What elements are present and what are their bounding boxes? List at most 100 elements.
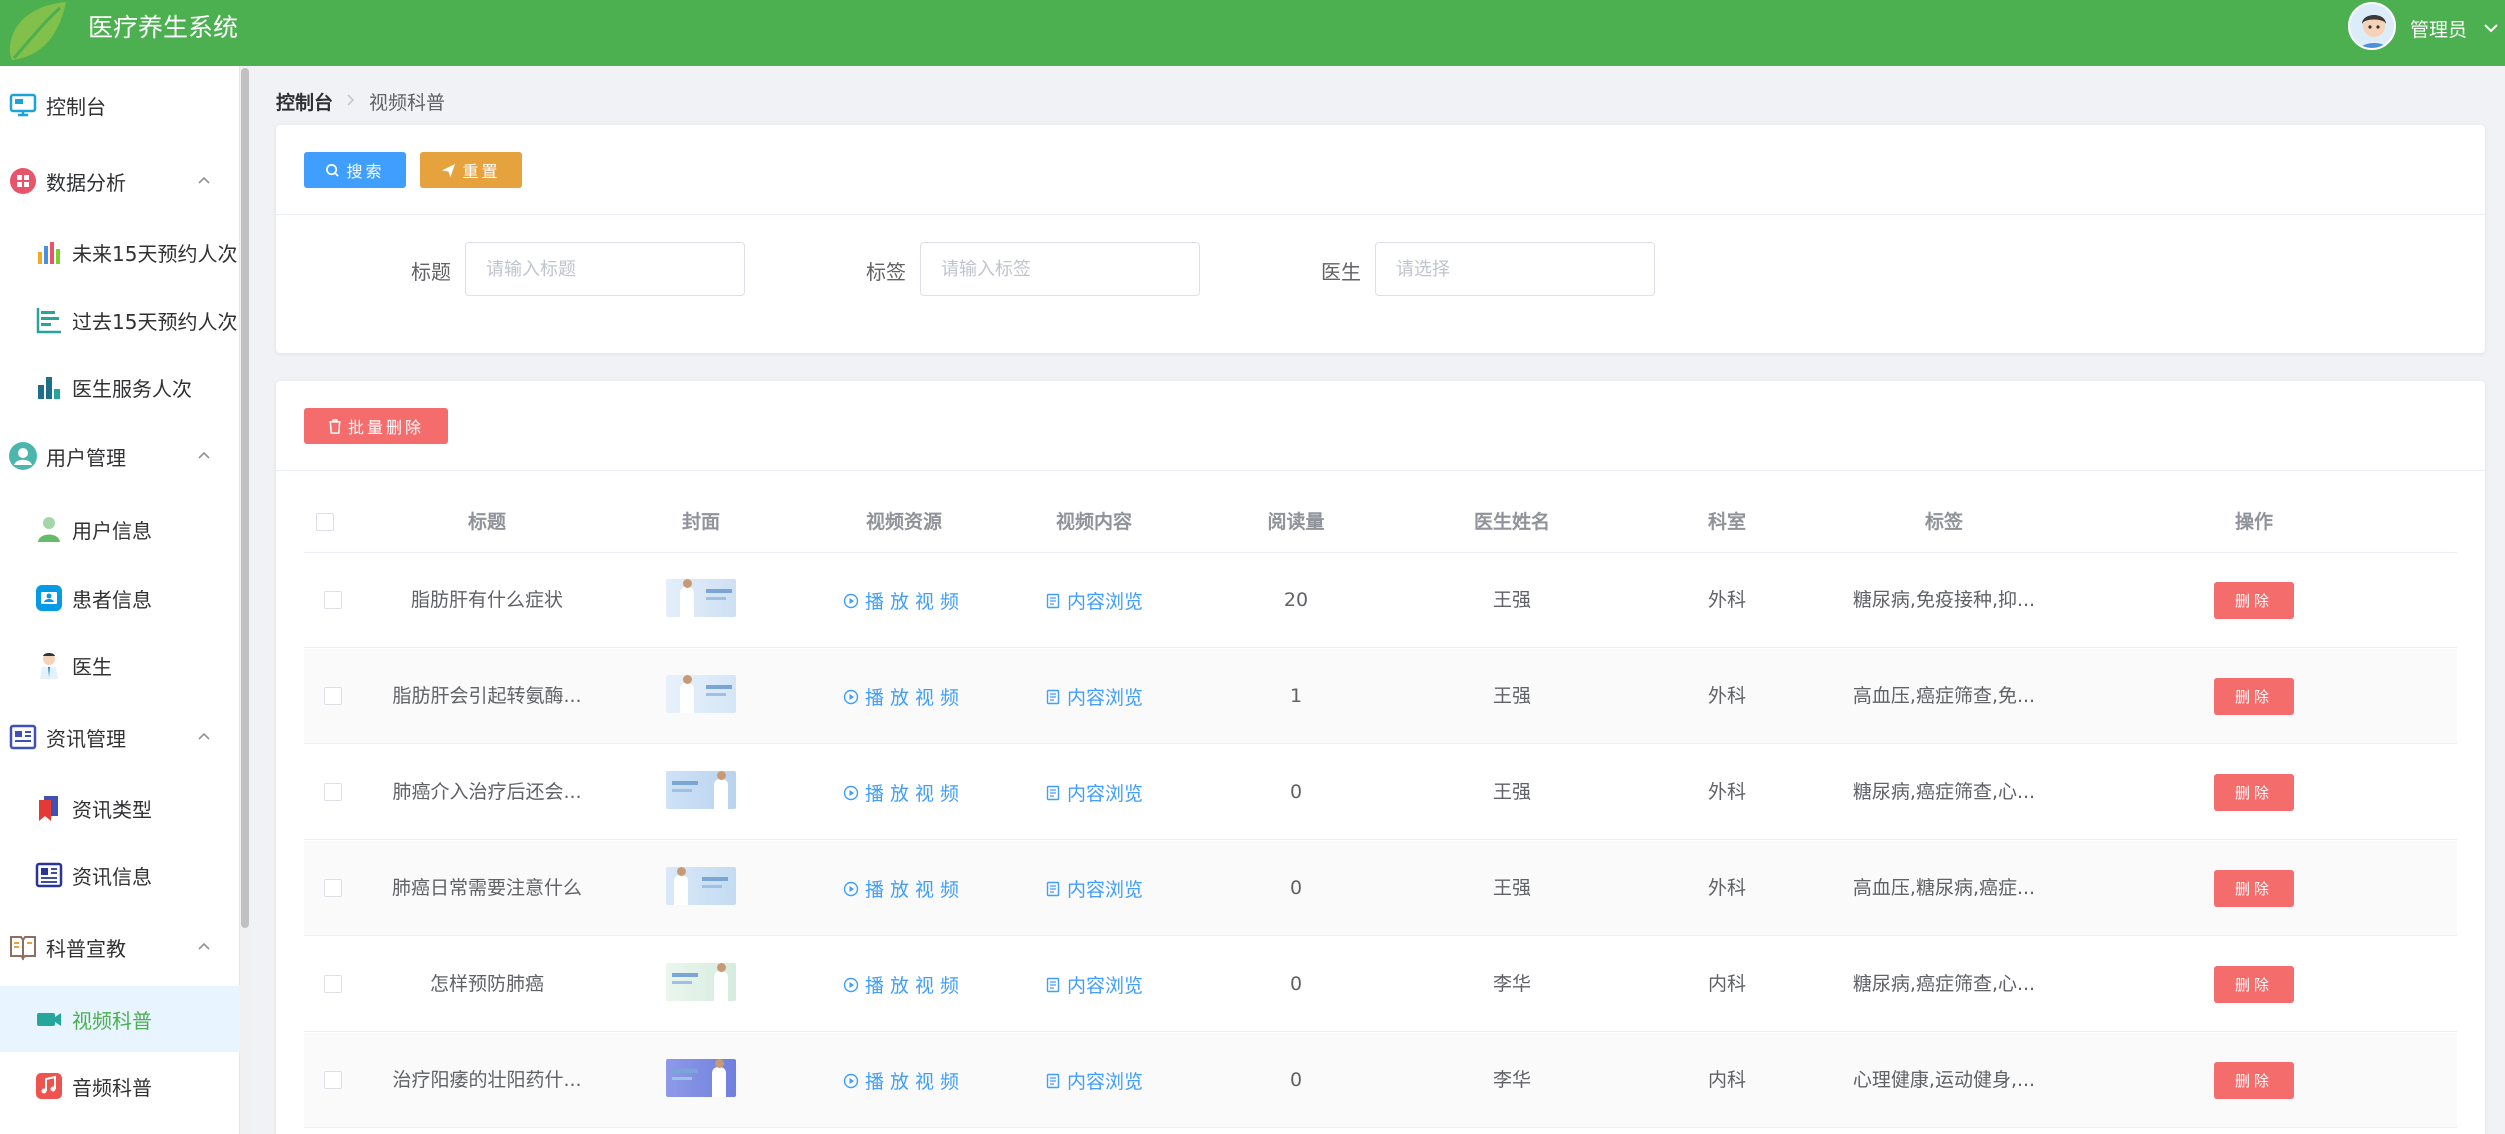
sidebar-item-label: 资讯信息 [72,864,152,889]
sidebar-item-doctor[interactable]: 医生 [0,632,240,698]
search-panel: 搜索 重置 标题 标签 医生 [276,125,2485,353]
doctor-select[interactable] [1375,242,1655,296]
sidebar-item-label: 音频科普 [72,1075,152,1100]
leaf-logo-icon [0,0,70,66]
row-checkbox[interactable] [324,591,342,609]
browse-content-link[interactable]: 内容浏览 [1045,553,1143,648]
cover-thumbnail[interactable] [666,771,736,809]
sidebar-item-past-15-days[interactable]: 过去15天预约人次 [0,287,240,353]
sidebar-item-label: 患者信息 [72,587,152,612]
doctor-cell: 王强 [1492,781,1532,803]
music-icon [34,1071,64,1101]
department-cell: 内科 [1707,973,1747,995]
avatar[interactable] [2348,2,2396,50]
table-toolbar: 批量删除 [276,381,2485,471]
sidebar-item-data-analysis[interactable]: 数据分析 [0,148,240,214]
browse-content-link[interactable]: 内容浏览 [1045,937,1143,1032]
delete-button[interactable]: 删除 [2214,966,2294,1003]
browse-content-link[interactable]: 内容浏览 [1045,745,1143,840]
row-checkbox[interactable] [324,687,342,705]
chevron-up-icon [196,729,212,745]
search-button[interactable]: 搜索 [304,152,406,188]
sidebar-item-news-info[interactable]: 资讯信息 [0,842,240,908]
sidebar-item-science-education[interactable]: 科普宣教 [0,914,240,980]
breadcrumb-home[interactable]: 控制台 [276,88,333,115]
doctor-cell: 王强 [1492,589,1532,611]
browse-content-label: 内容浏览 [1066,687,1144,709]
browse-content-link[interactable]: 内容浏览 [1045,649,1143,744]
doctor-cell: 李华 [1492,1069,1532,1091]
table-row: 治疗阳痿的壮阳药什... 播放视频 内容浏览 0 李华 内科 心理健康,运动健身,... 删除 [304,1033,2457,1128]
table-panel: 批量删除 标题 封面 视频资源 视频内容 阅读量 医生姓名 科室 标签 操作 脂… [276,381,2485,1134]
reset-button-label: 重置 [462,162,501,181]
cover-thumbnail[interactable] [666,579,736,617]
cover-thumbnail[interactable] [666,963,736,1001]
batch-delete-button[interactable]: 批量删除 [304,408,448,444]
sidebar-item-audio-science[interactable]: 音频科普 [0,1053,240,1119]
sidebar-item-user-info[interactable]: 用户信息 [0,496,240,562]
play-video-link[interactable]: 播放视频 [843,553,965,648]
row-checkbox[interactable] [324,879,342,897]
browse-content-link[interactable]: 内容浏览 [1045,841,1143,936]
title-label: 标题 [411,260,451,284]
play-video-label: 播放视频 [864,1071,966,1093]
sidebar-item-doctor-service[interactable]: 医生服务人次 [0,354,240,420]
views-cell: 0 [1289,781,1303,803]
cover-thumbnail[interactable] [666,867,736,905]
sidebar-item-label: 用户管理 [46,445,126,470]
browse-content-link[interactable]: 内容浏览 [1045,1033,1143,1128]
cover-thumbnail[interactable] [666,1059,736,1097]
cover-thumbnail[interactable] [666,675,736,713]
tags-cell: 高血压,癌症筛查,免... [1852,685,2036,707]
user-name: 管理员 [2410,19,2468,41]
sidebar-scrollbar[interactable] [240,66,250,1134]
play-video-link[interactable]: 播放视频 [843,745,965,840]
doctor-label: 医生 [1321,260,1361,284]
document-icon [1046,785,1060,800]
sidebar-item-future-15-days[interactable]: 未来15天预约人次 [0,219,240,285]
sidebar-item-dashboard[interactable]: 控制台 [0,72,240,138]
department-cell: 内科 [1707,1069,1747,1091]
play-video-link[interactable]: 播放视频 [843,1033,965,1128]
delete-button[interactable]: 删除 [2214,774,2294,811]
bookmark-icon [34,793,64,823]
title-input[interactable] [465,242,745,296]
delete-button[interactable]: 删除 [2214,582,2294,619]
doctor-icon [34,650,64,680]
document-icon [1046,593,1060,608]
sidebar-item-video-science[interactable]: 视频科普 [0,986,240,1052]
tags-cell: 高血压,糖尿病,癌症... [1852,877,2036,899]
play-video-label: 播放视频 [864,591,966,613]
delete-button[interactable]: 删除 [2214,870,2294,907]
column-header: 标题 [467,511,507,533]
scrollbar-thumb[interactable] [241,68,249,928]
row-checkbox[interactable] [324,1071,342,1089]
sidebar-item-news-type[interactable]: 资讯类型 [0,775,240,841]
sidebar: 控制台 数据分析 未来15天预约人次 过去15天预约人次 医生服务人次 用户管理 [0,66,240,1134]
play-video-link[interactable]: 播放视频 [843,841,965,936]
sidebar-item-patient-info[interactable]: 患者信息 [0,565,240,631]
select-all-checkbox[interactable] [316,513,334,531]
tag-label: 标签 [866,260,906,284]
table-header: 标题 封面 视频资源 视频内容 阅读量 医生姓名 科室 标签 操作 [304,491,2457,553]
department-cell: 外科 [1707,877,1747,899]
title-cell: 肺癌日常需要注意什么 [391,877,583,899]
bar-chart-icon [34,237,64,267]
column-header: 科室 [1707,511,1747,533]
send-icon [442,163,456,177]
views-cell: 1 [1289,685,1303,707]
chevron-down-icon[interactable] [2481,18,2501,38]
sidebar-item-label: 控制台 [46,94,106,119]
row-checkbox[interactable] [324,975,342,993]
delete-button[interactable]: 删除 [2214,1062,2294,1099]
sidebar-item-user-management[interactable]: 用户管理 [0,423,240,489]
row-checkbox[interactable] [324,783,342,801]
play-video-label: 播放视频 [864,975,966,997]
reset-button[interactable]: 重置 [420,152,522,188]
sidebar-item-news-management[interactable]: 资讯管理 [0,704,240,770]
play-video-link[interactable]: 播放视频 [843,937,965,1032]
play-video-link[interactable]: 播放视频 [843,649,965,744]
tag-input[interactable] [920,242,1200,296]
delete-button[interactable]: 删除 [2214,678,2294,715]
column-header: 阅读量 [1267,511,1325,533]
